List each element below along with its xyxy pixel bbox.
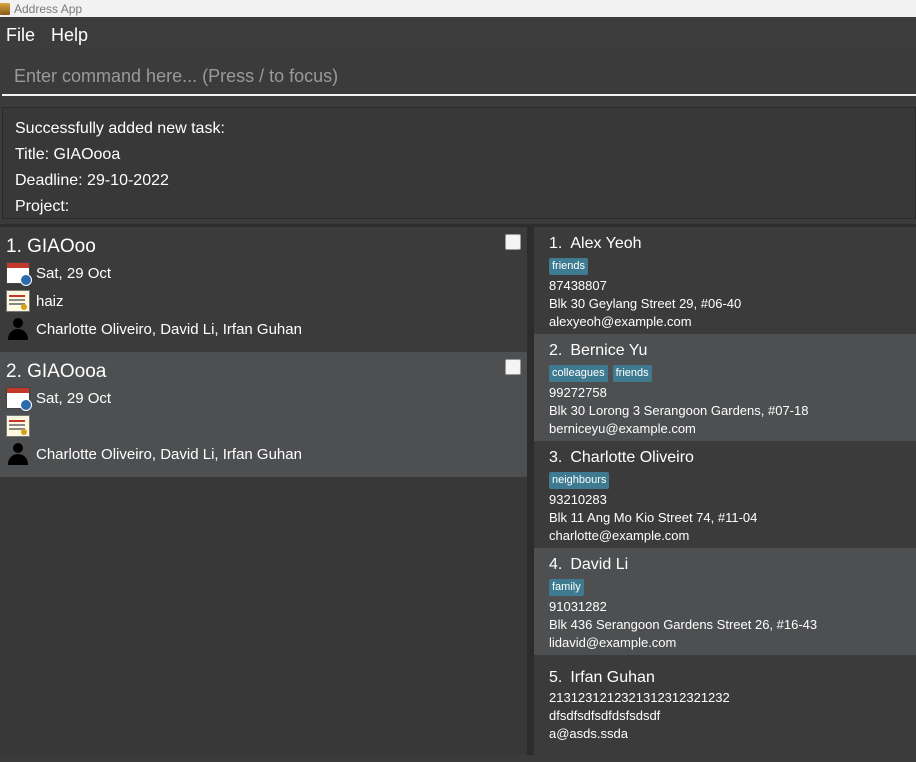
- task-card[interactable]: 2. GIAOooa Sat, 29 Oct Charlotte Oliveir…: [0, 352, 527, 477]
- person-card[interactable]: 5. Irfan Guhan 2131231212321312312321232 …: [534, 655, 916, 762]
- person-phone: 91031282: [549, 599, 607, 614]
- person-address: Blk 436 Serangoon Gardens Street 26, #16…: [549, 617, 818, 632]
- person-card[interactable]: 3. Charlotte Oliveiro neighbours 93210283…: [534, 441, 916, 548]
- person-icon: [6, 317, 30, 341]
- person-email: lidavid@example.com: [549, 635, 677, 650]
- tag: neighbours: [549, 472, 610, 489]
- result-display: Successfully added new task: Title: GIAO…: [2, 107, 916, 219]
- person-name: Charlotte Oliveiro: [570, 449, 694, 466]
- person-name: Alex Yeoh: [570, 235, 642, 252]
- task-done-checkbox[interactable]: [505, 234, 521, 250]
- command-box: [0, 53, 916, 100]
- task-deadline: Sat, 29 Oct: [36, 264, 112, 282]
- task-members: Charlotte Oliveiro, David Li, Irfan Guha…: [36, 320, 302, 338]
- tag: colleagues: [549, 365, 608, 382]
- calendar-icon: [6, 387, 32, 411]
- person-index: 5.: [549, 669, 563, 686]
- person-index: 1.: [549, 235, 563, 252]
- app-icon: [0, 2, 10, 15]
- task-done-checkbox[interactable]: [505, 359, 521, 375]
- task-list[interactable]: 1. GIAOoo Sat, 29 Oct haiz Charlotte Oli…: [0, 227, 527, 755]
- person-address: Blk 30 Geylang Street 29, #06-40: [549, 296, 742, 311]
- note-icon: [6, 290, 30, 312]
- person-icon: [6, 442, 30, 466]
- result-line: Title: GIAOooa: [15, 146, 121, 163]
- menu-bar: File Help: [0, 17, 916, 53]
- person-address: Blk 30 Lorong 3 Serangoon Gardens, #07-1…: [549, 403, 809, 418]
- person-email: alexyeoh@example.com: [549, 314, 692, 329]
- person-phone: 87438807: [549, 278, 607, 293]
- person-phone: 2131231212321312312321232: [549, 690, 730, 705]
- menu-help[interactable]: Help: [45, 25, 94, 46]
- person-email: a@asds.ssda: [549, 726, 628, 741]
- tag: friends: [612, 365, 652, 382]
- person-card[interactable]: 4. David Li family 91031282 Blk 436 Seran…: [534, 548, 916, 655]
- person-address: Blk 11 Ang Mo Kio Street 74, #11-04: [549, 510, 758, 525]
- result-line: Successfully added new task:: [15, 120, 225, 137]
- person-card[interactable]: 1. Alex Yeoh friends 87438807 Blk 30 Geyl…: [534, 227, 916, 334]
- menu-file[interactable]: File: [0, 25, 41, 46]
- result-line: Project:: [15, 198, 70, 215]
- person-index: 4.: [549, 556, 563, 573]
- person-index: 2.: [549, 342, 563, 359]
- task-deadline: Sat, 29 Oct: [36, 389, 112, 407]
- person-card[interactable]: 2. Bernice Yu colleagues friends 99272758…: [534, 334, 916, 441]
- tag: friends: [549, 258, 589, 275]
- split-pane-divider[interactable]: [527, 227, 534, 755]
- person-phone: 99272758: [549, 385, 607, 400]
- window-title: Address App: [14, 1, 83, 16]
- task-description: haiz: [36, 292, 64, 310]
- person-address: dfsdfsdfsdfdsfsdsdf: [549, 708, 661, 723]
- task-card[interactable]: 1. GIAOoo Sat, 29 Oct haiz Charlotte Oli…: [0, 227, 527, 352]
- task-title: 1. GIAOoo: [6, 236, 96, 257]
- command-input[interactable]: [2, 59, 916, 96]
- person-name: Irfan Guhan: [570, 669, 655, 686]
- person-list[interactable]: 1. Alex Yeoh friends 87438807 Blk 30 Geyl…: [534, 227, 916, 762]
- note-icon: [6, 415, 30, 437]
- person-index: 3.: [549, 449, 563, 466]
- title-bar: Address App: [0, 0, 916, 17]
- task-members: Charlotte Oliveiro, David Li, Irfan Guha…: [36, 445, 302, 463]
- person-name: David Li: [570, 556, 629, 573]
- person-email: berniceyu@example.com: [549, 421, 696, 436]
- result-line: Deadline: 29-10-2022: [15, 172, 169, 189]
- calendar-icon: [6, 262, 32, 286]
- tag: family: [549, 579, 584, 596]
- person-name: Bernice Yu: [570, 342, 648, 359]
- person-email: charlotte@example.com: [549, 528, 690, 543]
- task-title: 2. GIAOooa: [6, 361, 107, 382]
- person-phone: 93210283: [549, 492, 607, 507]
